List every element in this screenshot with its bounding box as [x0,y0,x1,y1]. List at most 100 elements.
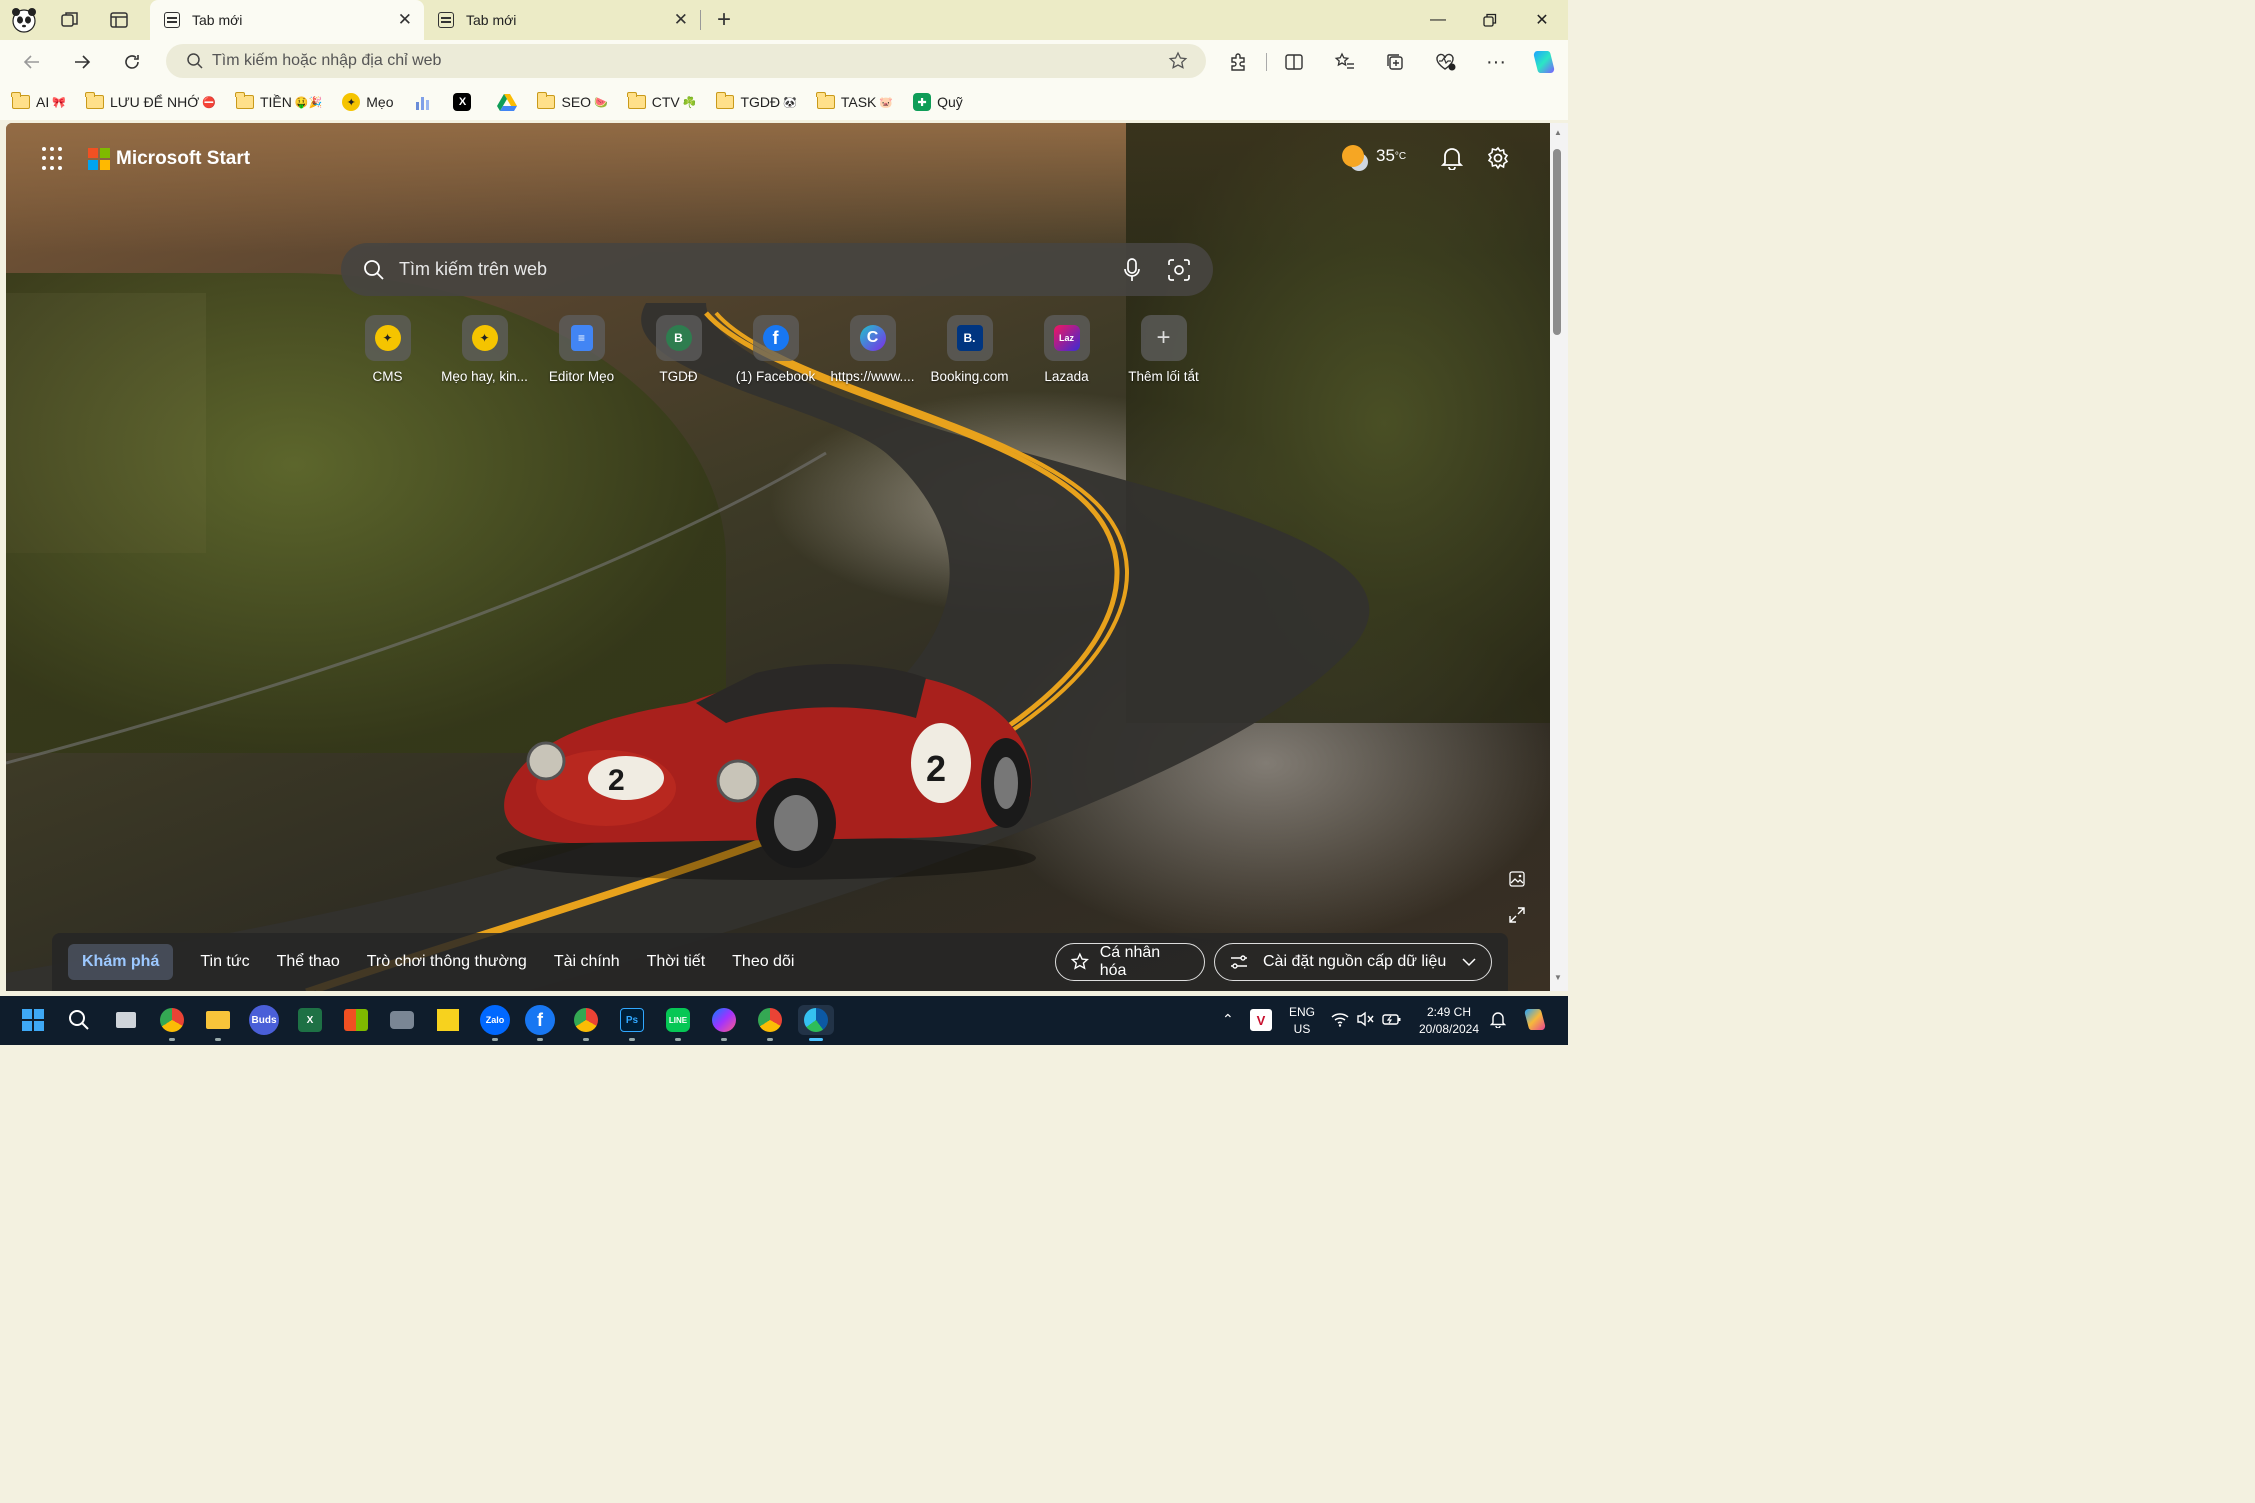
notification-center-button[interactable] [1489,1010,1507,1033]
web-search-box[interactable] [341,243,1213,296]
taskbar-search-button[interactable] [64,1005,94,1035]
network-status[interactable] [1331,1011,1349,1032]
clock[interactable]: 2:49 CH 20/08/2024 [1410,1004,1488,1038]
taskbar-chrome[interactable] [157,1005,187,1041]
feed-settings-button[interactable]: Cài đặt nguồn cấp dữ liệu [1214,943,1492,981]
feed-tab-thoi-tiet[interactable]: Thời tiết [647,953,706,971]
more-options-button[interactable]: ··· [1480,46,1512,78]
shortcut-label: https://www.... [830,369,915,384]
feed-tab-kham-pha[interactable]: Khám phá [68,944,174,980]
new-tab-button[interactable]: + [710,6,738,34]
vertical-tabs-button[interactable] [105,6,133,34]
bookmark-quy[interactable]: ✚ Quỹ [913,93,963,111]
bookmark-folder-ai[interactable]: AI 🎀 [11,92,66,110]
taskbar-store[interactable] [341,1005,371,1035]
shortcut-tgdd[interactable]: B TGDĐ [630,315,727,384]
bookmark-meo[interactable]: ✦ Mẹo [342,93,393,111]
shortcut-canva[interactable]: C https://www.... [824,315,921,384]
shortcut-editor-meo[interactable]: ≡ Editor Mẹo [533,315,630,384]
taskbar-edge[interactable] [798,1005,834,1041]
page-scrollbar[interactable]: ▲ ▼ [1550,123,1568,991]
collections-button[interactable] [1379,46,1411,78]
close-window-button[interactable]: ✕ [1516,0,1568,40]
minimize-button[interactable]: — [1412,0,1464,40]
taskbar-sticky-notes[interactable] [433,1005,463,1035]
taskbar-zalo[interactable]: Zalo [480,1005,510,1041]
language-indicator[interactable]: ENG US [1286,1004,1318,1038]
feed-tab-theo-doi[interactable]: Theo dõi [732,953,794,971]
personalize-button[interactable]: Cá nhân hóa [1055,943,1205,981]
bookmark-folder-seo[interactable]: SEO 🍉 [536,92,608,110]
copilot-taskbar-button[interactable] [1522,1007,1548,1038]
bookmark-folder-tien[interactable]: TIỀN 🤑🎉 [235,92,322,110]
shortcut-lazada[interactable]: Laz Lazada [1018,315,1115,384]
restore-button[interactable] [1464,0,1516,40]
bookmark-x[interactable]: X [453,93,477,111]
close-tab-icon[interactable]: ✕ [674,10,688,30]
favorite-star-icon[interactable] [1168,51,1188,71]
web-search-input[interactable] [399,259,1079,280]
taskbar-camera[interactable] [387,1005,417,1035]
taskbar-file-explorer[interactable] [203,1005,233,1041]
shortcut-cms[interactable]: ✦ CMS [339,315,436,384]
background-info-button[interactable] [1506,868,1528,890]
voice-search-button[interactable] [1123,258,1141,287]
address-bar[interactable] [166,44,1206,78]
taskbar-messenger[interactable] [709,1005,739,1041]
scroll-up-arrow-icon[interactable]: ▲ [1554,128,1562,137]
scrollbar-thumb[interactable] [1553,149,1561,335]
battery-status[interactable] [1382,1011,1402,1032]
copilot-button[interactable] [1528,46,1560,78]
bookmark-chart[interactable] [413,93,433,111]
taskbar-photoshop[interactable]: Ps [617,1005,647,1041]
forward-button[interactable] [66,46,98,78]
volume-status[interactable] [1356,1011,1374,1032]
back-button[interactable] [16,46,48,78]
tab-1[interactable]: Tab mới ✕ [150,0,424,40]
scroll-down-arrow-icon[interactable]: ▼ [1554,973,1562,982]
shortcut-facebook[interactable]: f (1) Facebook [727,315,824,384]
feed-tab-tin-tuc[interactable]: Tin tức [200,953,249,971]
notifications-button[interactable] [1439,145,1465,171]
visual-search-button[interactable] [1167,258,1191,287]
refresh-button[interactable] [116,46,148,78]
bookmark-folder-ctv[interactable]: CTV ☘️ [627,92,696,110]
shortcut-booking[interactable]: B. Booking.com [921,315,1018,384]
bookmark-google-drive[interactable] [497,93,518,111]
tray-overflow-chevron-icon[interactable]: ⌃ [1222,1011,1234,1028]
page-settings-button[interactable] [1485,145,1511,171]
shortcut-add[interactable]: + Thêm lối tắt [1115,315,1212,384]
workspaces-button[interactable] [56,6,84,34]
close-tab-icon[interactable]: ✕ [398,10,412,30]
app-launcher-button[interactable] [42,147,66,171]
extensions-button[interactable] [1222,46,1254,78]
folder-icon [85,92,104,109]
task-view-button[interactable] [111,1005,141,1035]
bookmark-folder-tgdd[interactable]: TGDĐ 🐼 [715,92,797,110]
navigation-bar: ··· [0,40,1568,84]
favorites-button[interactable] [1329,46,1361,78]
taskbar-buds[interactable]: Buds [249,1005,279,1035]
tab-2[interactable]: Tab mới ✕ [426,0,700,40]
facebook-icon: f [762,325,789,351]
profile-avatar[interactable] [10,6,38,34]
taskbar-chrome-profile-2[interactable] [755,1005,785,1041]
shortcut-tile: C [849,315,896,361]
taskbar-facebook[interactable]: f [525,1005,555,1041]
bookmark-folder-luu-de-nho[interactable]: LƯU ĐỂ NHỚ ⛔ [85,92,216,110]
tray-antivirus[interactable]: V [1250,1009,1272,1031]
browser-essentials-button[interactable] [1430,46,1462,78]
split-screen-button[interactable] [1278,46,1310,78]
feed-tab-tro-choi[interactable]: Trò chơi thông thường [367,953,527,971]
feed-tab-tai-chinh[interactable]: Tài chính [554,953,620,971]
expand-button[interactable] [1506,904,1528,926]
taskbar-excel[interactable]: X [295,1005,325,1035]
taskbar-chrome-profile[interactable] [571,1005,601,1041]
taskbar-line[interactable]: LINE [663,1005,693,1041]
start-button[interactable] [18,1005,48,1035]
feed-tab-the-thao[interactable]: Thể thao [277,953,340,971]
shortcut-meo-hay[interactable]: ✦ Mẹo hay, kin... [436,315,533,384]
weather-widget[interactable]: 35 °C [1342,145,1406,167]
bookmark-folder-task[interactable]: TASK 🐷 [816,92,893,110]
address-input[interactable] [212,52,1112,70]
